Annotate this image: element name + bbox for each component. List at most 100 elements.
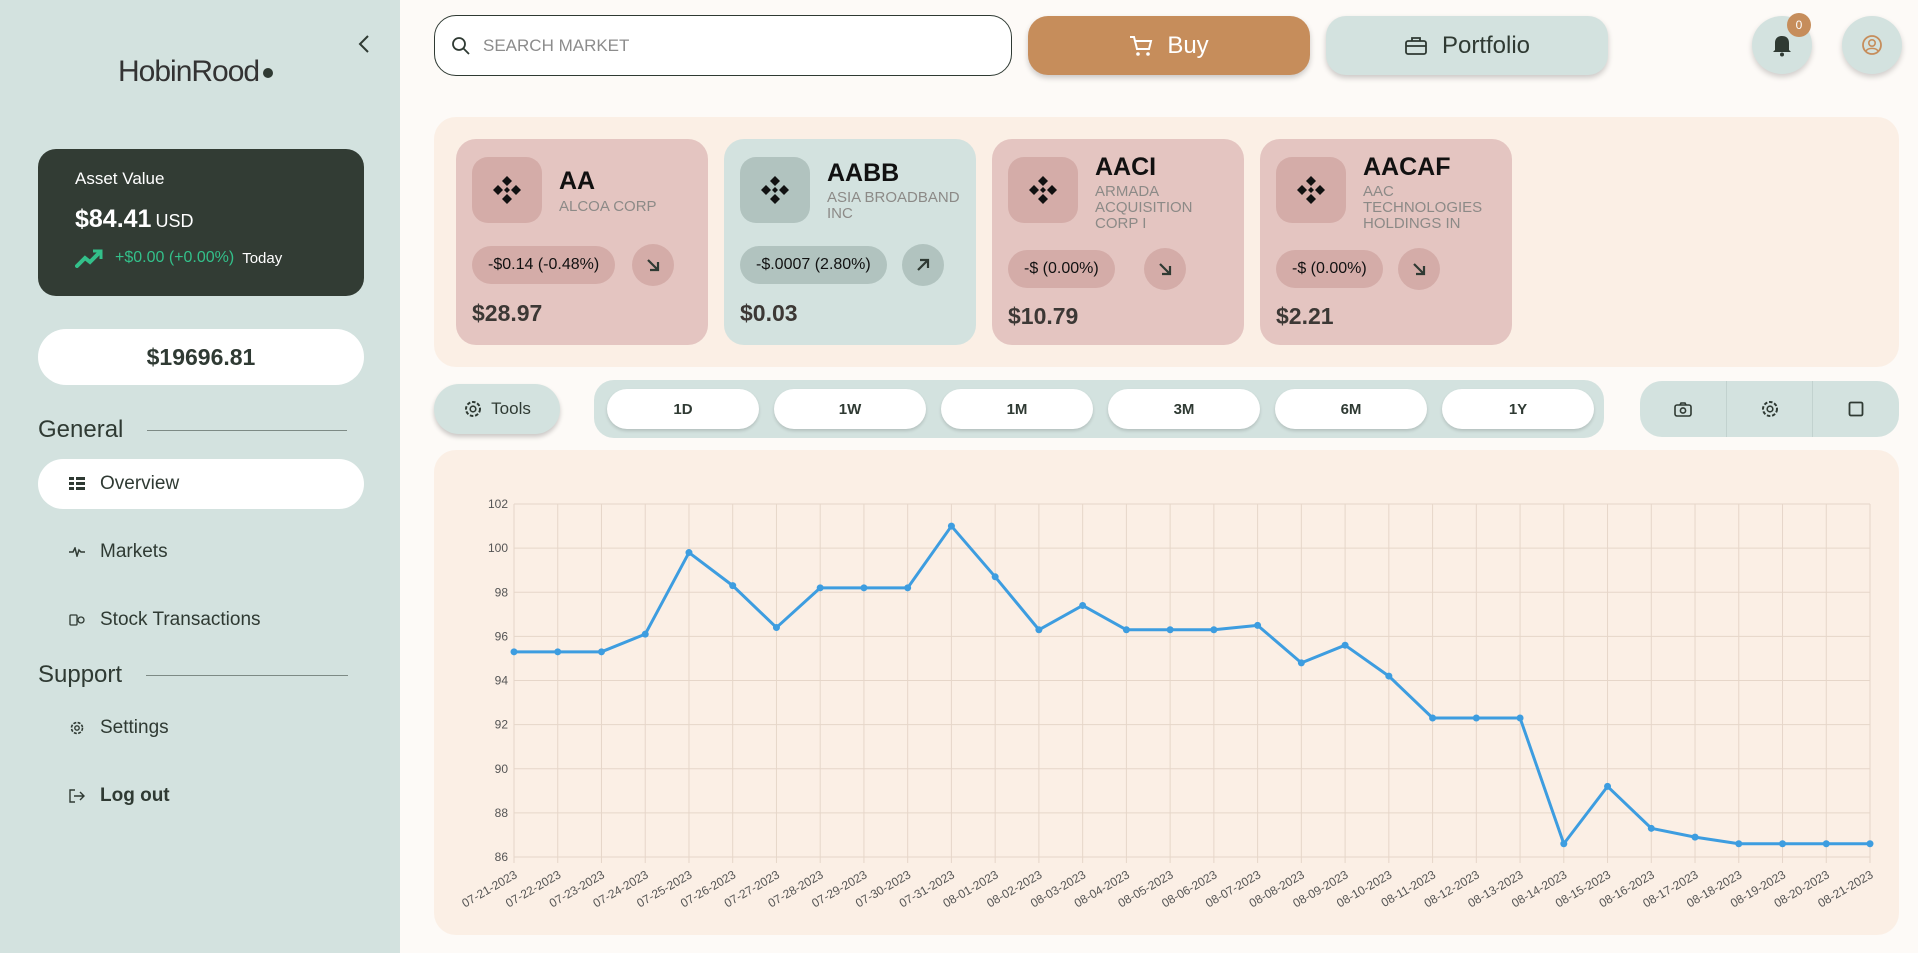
markets-icon (68, 543, 86, 561)
chevron-left-icon (358, 35, 369, 53)
logo-dot (263, 68, 274, 79)
stock-name: ALCOA CORP (559, 198, 657, 215)
data-point (1822, 840, 1830, 848)
gear-icon (465, 401, 482, 417)
binance-logo-icon (1276, 157, 1346, 223)
user-avatar-icon (1862, 35, 1882, 55)
range-button-1y[interactable]: 1Y (1442, 389, 1594, 429)
asset-change: +$0.00 (+0.00%) Today (75, 248, 364, 268)
divider (146, 674, 349, 676)
sidebar-item-settings[interactable]: Settings (38, 703, 364, 753)
stocks-panel: AA ALCOA CORP -$0.14 (-0.48%) $28.97 AAB… (434, 117, 1899, 367)
stock-symbol: AACI (1095, 153, 1157, 181)
buy-button[interactable]: Buy (1028, 16, 1310, 75)
range-button-1d[interactable]: 1D (607, 389, 759, 429)
notification-badge: 0 (1787, 13, 1811, 37)
y-tick-label: 94 (495, 674, 509, 688)
sidebar-item-stock-transactions[interactable]: Stock Transactions (38, 595, 364, 645)
logo-text: HobinRood (118, 55, 260, 88)
range-button-1w[interactable]: 1W (774, 389, 926, 429)
y-tick-label: 98 (495, 585, 509, 599)
stock-card-aabb[interactable]: AABB ASIA BROADBAND INC -$.0007 (2.80%) … (724, 139, 976, 345)
general-label: General (38, 416, 124, 443)
stock-change: -$ (0.00%) (1008, 250, 1115, 288)
sidebar-item-overview[interactable]: Overview (38, 459, 364, 509)
sidebar-item-logout[interactable]: Log out (38, 771, 364, 821)
fullscreen-icon (1848, 401, 1864, 417)
fullscreen-button[interactable] (1813, 381, 1899, 437)
tools-button[interactable]: Tools (434, 384, 560, 434)
sidebar-item-label: Overview (100, 473, 180, 494)
stock-price: $0.03 (740, 300, 798, 326)
data-point (1866, 840, 1874, 848)
buy-label: Buy (1167, 31, 1209, 59)
gear-icon (68, 719, 86, 737)
cart-icon (1130, 35, 1153, 56)
stock-card-aaci[interactable]: AACI ARMADA ACQUISITION CORP I -$ (0.00%… (992, 139, 1244, 345)
data-point (991, 573, 999, 581)
search-icon (452, 36, 470, 55)
arrow-down-right-icon (1398, 248, 1440, 290)
data-point (1341, 641, 1349, 649)
data-point (816, 584, 824, 592)
profile-button[interactable] (1842, 16, 1902, 74)
data-point (1735, 840, 1743, 848)
camera-icon (1674, 402, 1692, 417)
data-point (1647, 824, 1655, 832)
portfolio-button[interactable]: Portfolio (1326, 16, 1608, 75)
data-point (1122, 626, 1130, 634)
y-tick-label: 100 (488, 541, 508, 555)
notifications-button[interactable]: 0 (1752, 13, 1812, 74)
data-point (597, 648, 605, 656)
asset-title: Asset Value (75, 169, 165, 188)
range-button-3m[interactable]: 3M (1108, 389, 1260, 429)
data-point (1516, 714, 1524, 722)
bell-icon (1773, 36, 1791, 57)
balance: $19696.81 (38, 329, 364, 385)
search-box[interactable] (434, 15, 1012, 76)
data-point (1604, 782, 1612, 790)
range-button-6m[interactable]: 6M (1275, 389, 1427, 429)
data-point (1166, 626, 1174, 634)
price-chart[interactable]: 8688909294969810010207-21-202307-22-2023… (434, 450, 1899, 935)
stock-card-aa[interactable]: AA ALCOA CORP -$0.14 (-0.48%) $28.97 (456, 139, 708, 345)
sidebar: HobinRood Asset Value $84.41 USD +$0.00 (… (0, 0, 400, 953)
stock-card-aacaf[interactable]: AACAF AAC TECHNOLOGIES HOLDINGS IN -$ (0… (1260, 139, 1512, 345)
stock-change: -$.0007 (2.80%) (740, 246, 887, 284)
arrow-down-right-icon (1144, 248, 1186, 290)
arrow-down-right-icon (632, 244, 674, 286)
sidebar-item-markets[interactable]: Markets (38, 527, 364, 577)
data-point (1297, 659, 1305, 667)
portfolio-label: Portfolio (1441, 31, 1531, 59)
data-point (860, 584, 868, 592)
price-chart-panel: 86 88 90 92 94 96 98 100 102 07-21-2023 07-22-2023… (434, 450, 1899, 935)
data-point (904, 584, 912, 592)
screenshot-button[interactable] (1640, 381, 1727, 437)
collapse-sidebar-button[interactable] (352, 30, 376, 58)
range-button-1m[interactable]: 1M (941, 389, 1093, 429)
search-input[interactable] (483, 35, 963, 56)
y-tick-label: 86 (495, 850, 509, 864)
data-point (510, 648, 518, 656)
data-point (1560, 840, 1568, 848)
stock-price: $10.79 (1008, 303, 1079, 329)
data-point (1429, 714, 1437, 722)
stock-change: -$0.14 (-0.48%) (472, 246, 616, 284)
y-tick-label: 96 (495, 629, 509, 643)
stock-price: $28.97 (472, 300, 543, 326)
asset-value-card: Asset Value $84.41 USD +$0.00 (+0.00%) To… (38, 149, 364, 296)
asset-currency: USD (155, 211, 194, 231)
chart-settings-button[interactable] (1727, 381, 1814, 437)
y-tick-label: 102 (488, 497, 508, 511)
y-tick-label: 88 (495, 806, 509, 820)
data-point (1254, 621, 1262, 629)
data-point (685, 549, 693, 557)
data-point (1385, 672, 1393, 680)
transactions-icon (68, 611, 86, 629)
time-range-group: 1D 1W 1M 3M 6M 1Y (594, 380, 1604, 438)
data-point (1079, 601, 1087, 609)
sidebar-item-label: Stock Transactions (100, 609, 261, 630)
asset-value: $84.41 USD (75, 205, 364, 234)
binance-logo-icon (740, 157, 810, 223)
y-tick-label: 92 (495, 718, 509, 732)
